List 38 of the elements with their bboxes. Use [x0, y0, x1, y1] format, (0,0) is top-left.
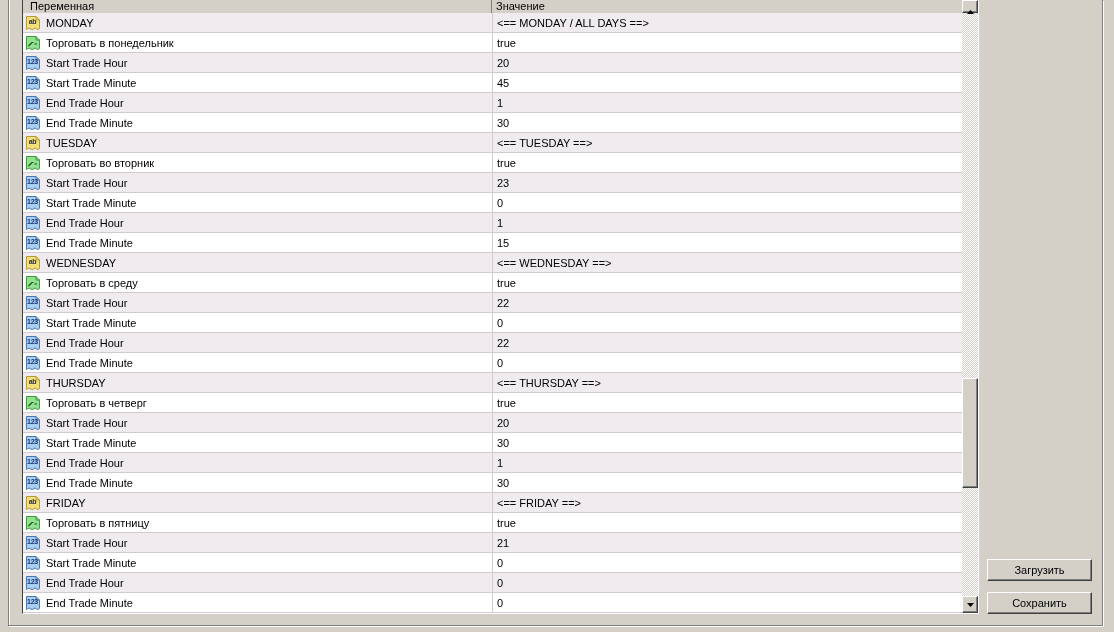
variable-name: Start Trade Minute	[46, 315, 137, 330]
variable-name: Start Trade Minute	[46, 555, 137, 570]
variable-name: FRIDAY	[46, 495, 86, 510]
variable-name: Start Trade Minute	[46, 75, 137, 90]
variable-name: Торговать в среду	[46, 275, 138, 290]
variable-name: Start Trade Hour	[46, 295, 128, 310]
variable-name: MONDAY	[46, 15, 94, 30]
variable-name: Start Trade Minute	[46, 435, 137, 450]
variable-name: Торговать в четверг	[46, 395, 147, 410]
scrollbar-thumb[interactable]	[962, 378, 978, 488]
variable-name: Торговать в пятницу	[46, 515, 150, 530]
variable-name: End Trade Hour	[46, 215, 124, 230]
variable-name: Start Trade Minute	[46, 195, 137, 210]
variable-name: End Trade Minute	[46, 475, 133, 490]
variable-name: End Trade Hour	[46, 575, 124, 590]
variable-name: WEDNESDAY	[46, 255, 117, 270]
save-button[interactable]: Сохранить	[987, 592, 1092, 614]
variable-name: End Trade Minute	[46, 595, 133, 610]
variable-name: Торговать в понедельник	[46, 35, 174, 50]
scroll-up-button[interactable]	[962, 0, 978, 13]
load-button[interactable]: Загрузить	[987, 559, 1092, 581]
variable-name: Start Trade Hour	[46, 55, 128, 70]
triangle-up-icon	[966, 10, 974, 14]
variable-name: TUESDAY	[46, 135, 98, 150]
variable-name: Торговать во вторник	[46, 155, 155, 170]
variable-name: End Trade Hour	[46, 335, 124, 350]
variable-name: End Trade Minute	[46, 235, 133, 250]
variable-name: THURSDAY	[46, 375, 106, 390]
triangle-down-icon	[966, 602, 974, 607]
variable-name: Start Trade Hour	[46, 415, 128, 430]
variable-name: End Trade Hour	[46, 455, 124, 470]
variable-name: End Trade Hour	[46, 95, 124, 110]
variable-name: Start Trade Hour	[46, 535, 128, 550]
variable-name: End Trade Minute	[46, 355, 133, 370]
variable-name: End Trade Minute	[46, 115, 133, 130]
variable-name: Start Trade Hour	[46, 175, 128, 190]
scroll-down-button[interactable]	[962, 596, 978, 613]
column-header[interactable]: Значение	[492, 0, 962, 13]
